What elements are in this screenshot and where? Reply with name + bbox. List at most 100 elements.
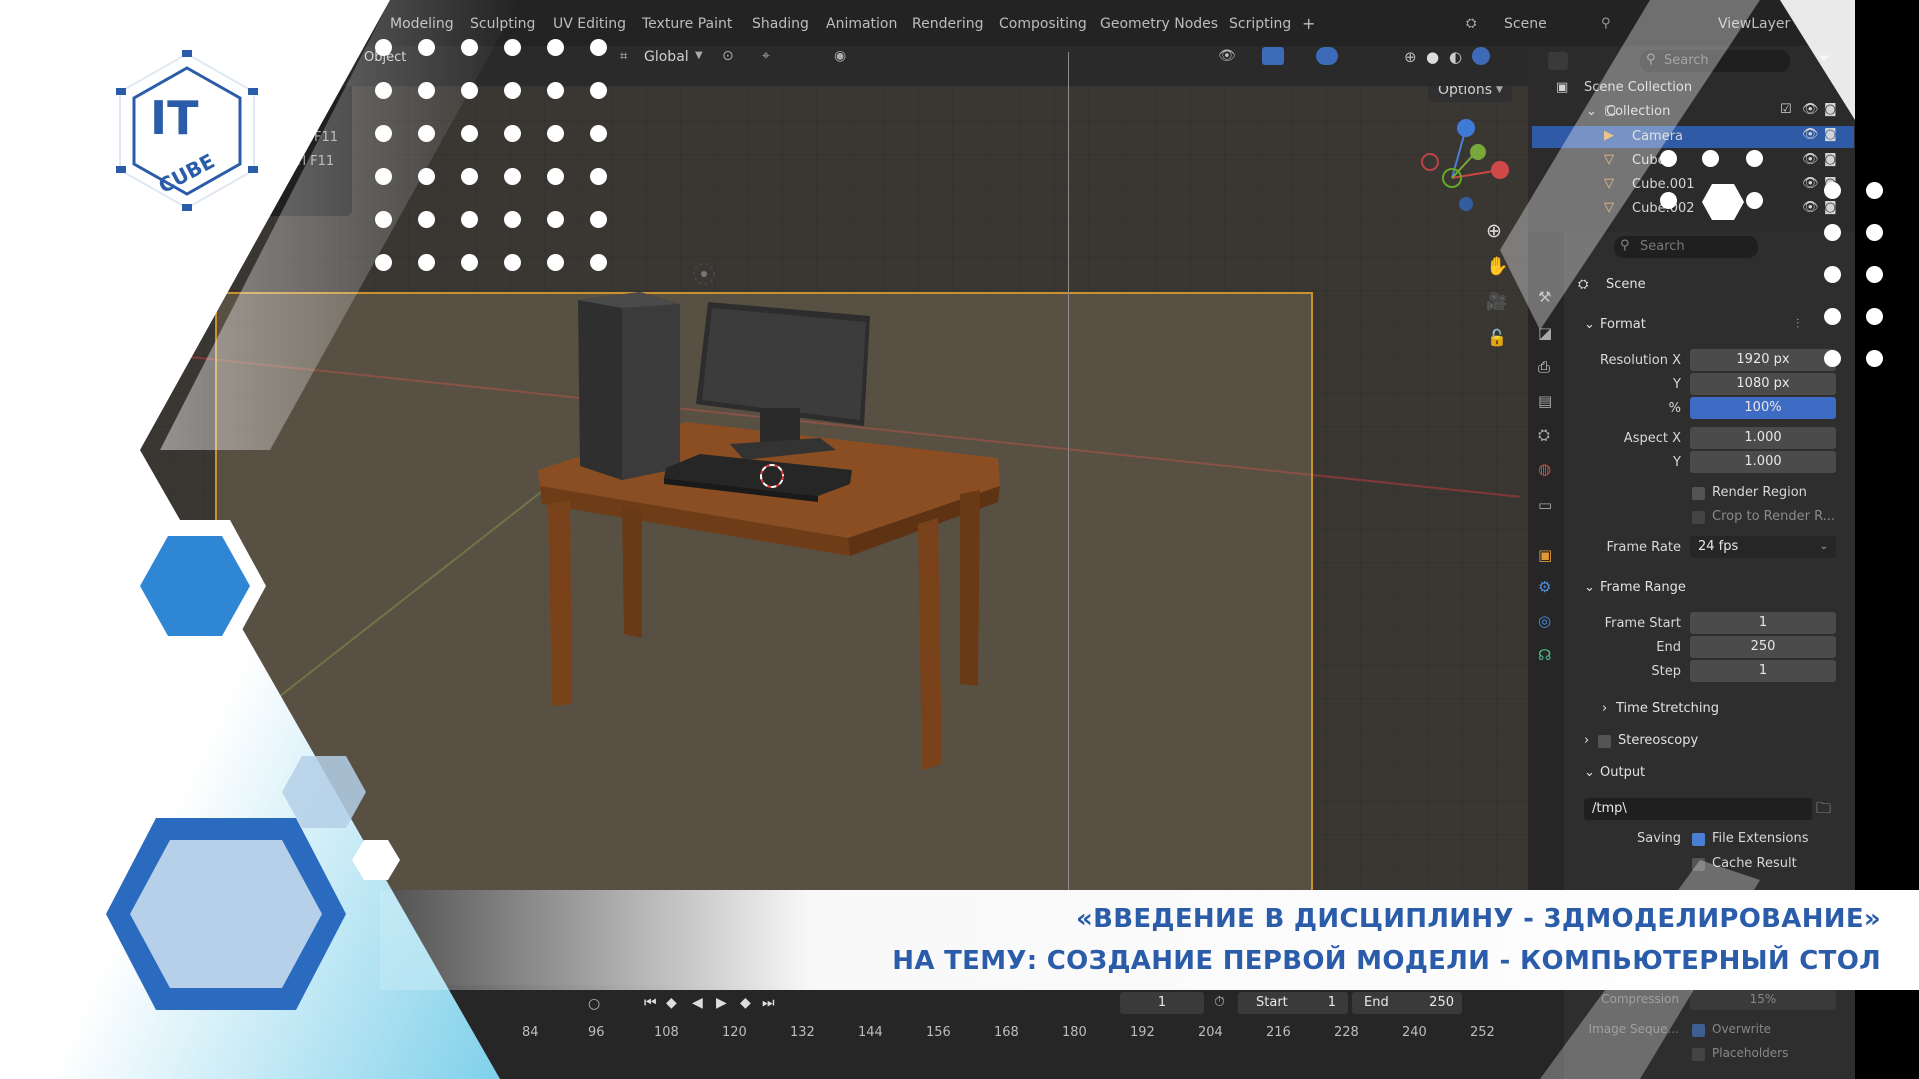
frame-tick: 132 — [790, 1025, 815, 1040]
pivot-point-icon[interactable]: ⊙ — [722, 48, 734, 64]
jump-start-icon[interactable]: ⏮ — [644, 995, 657, 1011]
tab-rendering[interactable]: Rendering — [912, 16, 984, 32]
rendered-shading-icon[interactable] — [1472, 47, 1490, 65]
cache-result-checkbox[interactable] — [1692, 858, 1705, 871]
overwrite-checkbox[interactable] — [1692, 1024, 1705, 1037]
stereoscopy-checkbox[interactable] — [1598, 735, 1611, 748]
tab-compositing[interactable]: Compositing — [999, 16, 1087, 32]
aspect-x-field[interactable]: 1.000 — [1690, 427, 1836, 449]
chevron-down-icon[interactable]: ⌄ — [1584, 580, 1595, 595]
render-region-checkbox[interactable] — [1692, 487, 1705, 500]
stereoscopy-section[interactable]: Stereoscopy — [1618, 733, 1698, 748]
compression-label: Compression — [1601, 992, 1679, 1006]
output-tab-icon[interactable]: ⎙ — [1538, 358, 1550, 376]
aspect-y-field[interactable]: 1.000 — [1690, 451, 1836, 473]
collection-tab-icon[interactable]: ▭ — [1538, 496, 1552, 514]
crop-checkbox[interactable] — [1692, 511, 1705, 524]
resolution-y-field[interactable]: 1080 px — [1690, 373, 1836, 395]
pc-tower-object[interactable] — [578, 292, 680, 480]
frame-step-field[interactable]: 1 — [1690, 660, 1836, 682]
proportional-edit-icon[interactable]: ◉ — [834, 48, 846, 64]
play-icon[interactable]: ▶ — [716, 995, 727, 1011]
transform-orientation-icon[interactable]: ⌗ — [620, 49, 627, 64]
tab-geometry-nodes[interactable]: Geometry Nodes — [1100, 16, 1218, 32]
resolution-percent-slider[interactable]: 100% — [1690, 397, 1836, 419]
file-extensions-checkbox[interactable] — [1692, 833, 1705, 846]
add-workspace-button[interactable]: + — [1302, 14, 1315, 33]
tab-uv-editing[interactable]: UV Editing — [553, 16, 626, 32]
scene-icon[interactable]: ⛭ — [1466, 16, 1476, 31]
outliner-root[interactable]: Scene Collection — [1584, 80, 1692, 95]
object-tab-icon[interactable]: ▣ — [1538, 546, 1552, 564]
camera-icon[interactable]: ◙ — [1824, 102, 1837, 117]
render-tab-icon[interactable]: ◪ — [1538, 324, 1552, 342]
clock-icon[interactable]: ⏱ — [1214, 994, 1225, 1010]
pin-icon[interactable]: ⚲ — [1601, 16, 1611, 31]
tab-modeling[interactable]: Modeling — [390, 16, 454, 32]
timeline-start-field[interactable]: Start 1 — [1238, 992, 1348, 1014]
editor-type-icon[interactable] — [1548, 52, 1568, 70]
camera-icon[interactable]: ◙ — [1824, 127, 1837, 142]
frame-end-field[interactable]: 250 — [1690, 636, 1836, 658]
chevron-down-icon[interactable]: ⌄ — [1584, 765, 1595, 780]
chevron-right-icon[interactable]: › — [1602, 701, 1607, 716]
chevron-down-icon[interactable]: ⌄ — [1584, 317, 1595, 332]
time-stretching-section[interactable]: Time Stretching — [1616, 701, 1719, 716]
tool-tab-icon[interactable]: ⚒ — [1538, 288, 1551, 306]
record-icon[interactable]: ○ — [588, 996, 600, 1012]
outliner-search-input[interactable]: ⚲ Search — [1640, 50, 1790, 72]
prev-keyframe-icon[interactable]: ◆ — [666, 995, 677, 1011]
snap-icon[interactable]: ⌖ — [762, 48, 770, 64]
overlay-toggle-icon[interactable] — [1316, 47, 1338, 65]
tab-animation[interactable]: Animation — [826, 16, 897, 32]
frame-range-section[interactable]: Frame Range — [1600, 580, 1686, 595]
solid-shading-icon[interactable]: ● — [1426, 48, 1439, 66]
physics-tab-icon[interactable]: ◎ — [1538, 612, 1551, 630]
pan-hand-icon[interactable]: ✋ — [1486, 256, 1508, 277]
eye-icon[interactable]: 👁 — [1802, 127, 1819, 142]
view-layer-tab-icon[interactable]: ▤ — [1538, 392, 1552, 410]
gizmo-toggle-icon[interactable] — [1262, 47, 1284, 65]
tab-sculpting[interactable]: Sculpting — [470, 16, 535, 32]
navigation-gizmo[interactable] — [1421, 119, 1509, 211]
lock-icon[interactable]: 🔓 — [1487, 328, 1507, 347]
jump-end-icon[interactable]: ⏭ — [762, 995, 775, 1011]
chevron-right-icon[interactable]: › — [1584, 733, 1589, 748]
material-shading-icon[interactable]: ◐ — [1449, 48, 1462, 66]
frame-rate-dropdown[interactable]: 24 fps ⌄ — [1690, 536, 1836, 558]
wireframe-shading-icon[interactable]: ⊕ — [1404, 48, 1417, 66]
current-frame-field[interactable]: 1 — [1120, 992, 1204, 1014]
play-reverse-icon[interactable]: ◀ — [692, 995, 703, 1011]
tab-shading[interactable]: Shading — [752, 16, 809, 32]
outliner-collection[interactable]: Collection — [1606, 104, 1670, 119]
scene-tab-icon[interactable]: ⛭ — [1538, 426, 1550, 444]
data-tab-icon[interactable]: ☊ — [1538, 646, 1551, 664]
frame-rate-value: 24 fps — [1698, 539, 1739, 554]
tab-scripting[interactable]: Scripting — [1229, 16, 1291, 32]
modifier-tab-icon[interactable]: ⚙ — [1538, 578, 1551, 596]
next-keyframe-icon[interactable]: ◆ — [740, 995, 751, 1011]
light-object-icon[interactable] — [693, 263, 715, 285]
compression-field[interactable]: 15% — [1690, 988, 1836, 1010]
timeline-end-field[interactable]: End 250 — [1352, 992, 1462, 1014]
format-section[interactable]: Format — [1600, 317, 1646, 332]
world-tab-icon[interactable]: ◍ — [1538, 460, 1551, 478]
zoom-icon[interactable]: ⊕ — [1486, 220, 1502, 242]
chevron-down-icon[interactable]: ⌄ — [1586, 104, 1597, 119]
output-section[interactable]: Output — [1600, 765, 1645, 780]
scene-selector[interactable]: Scene — [1504, 16, 1547, 32]
visibility-icon[interactable]: 👁 — [1218, 48, 1236, 64]
filter-icon[interactable]: ⏷ — [1818, 49, 1830, 67]
frame-start-field[interactable]: 1 — [1690, 612, 1836, 634]
frame-rate-label: Frame Rate — [1606, 540, 1681, 555]
output-path-input[interactable]: /tmp\ — [1584, 798, 1812, 820]
transform-orientation-dropdown[interactable]: Global — [644, 49, 689, 65]
checkbox-icon[interactable]: ☑ — [1780, 102, 1792, 117]
folder-icon[interactable]: 🗀 — [1816, 798, 1831, 823]
camera-view-icon[interactable]: 🎥 — [1486, 292, 1507, 312]
computer-icon — [116, 88, 126, 95]
eye-icon[interactable]: 👁 — [1802, 102, 1819, 117]
tab-texture-paint[interactable]: Texture Paint — [642, 16, 732, 32]
viewlayer-selector[interactable]: ViewLayer — [1718, 16, 1790, 32]
placeholders-checkbox[interactable] — [1692, 1048, 1705, 1061]
